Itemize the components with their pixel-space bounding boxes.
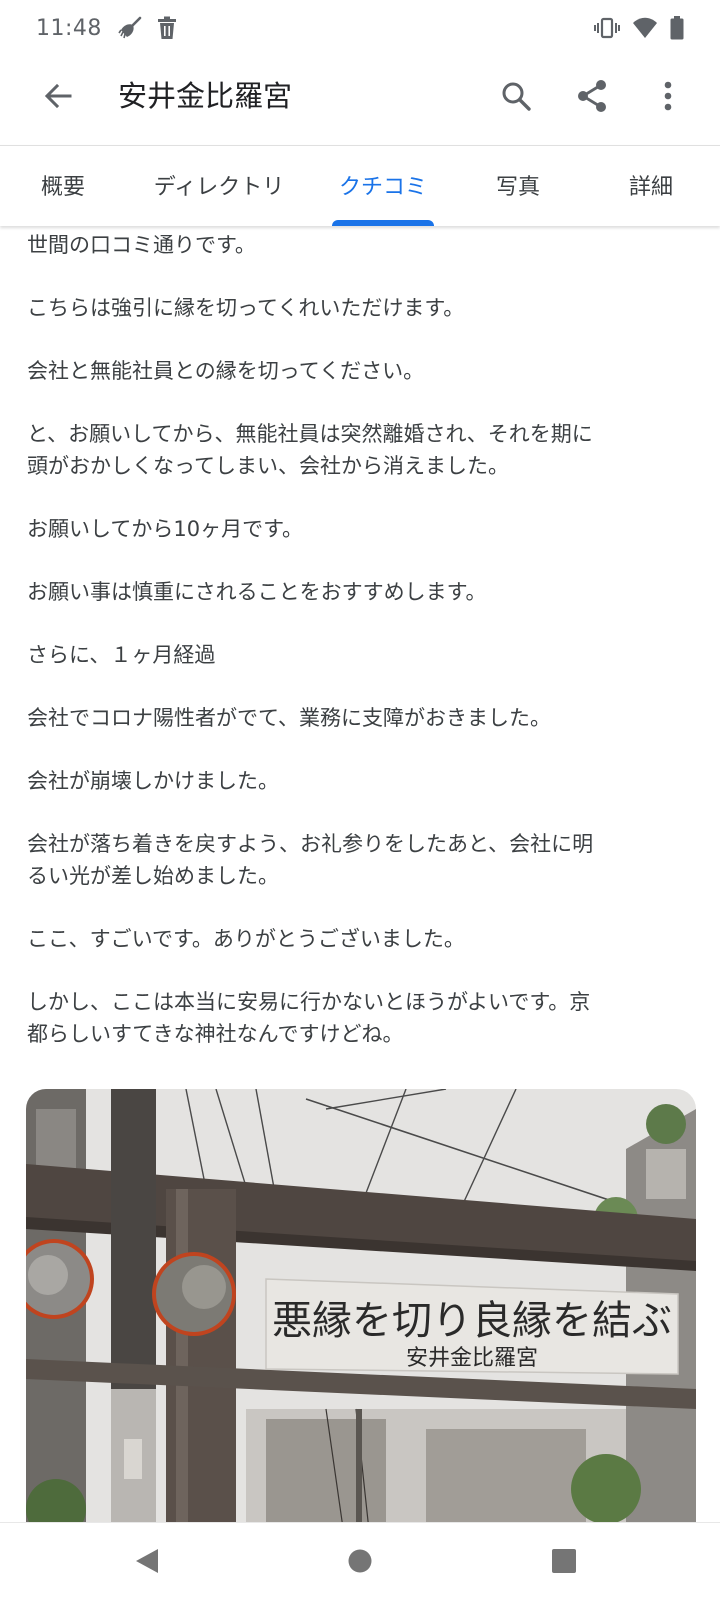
trash-icon <box>156 16 178 40</box>
review-paragraph: ここ、すごいです。ありがとうございました。 <box>27 927 465 951</box>
review-paragraph: こちらは強引に縁を切ってくれいただけます。 <box>27 296 465 320</box>
tab-directory[interactable]: ディレクトリ <box>126 146 312 224</box>
status-bar: 11:48 <box>0 0 720 56</box>
more-options-button[interactable] <box>640 70 696 126</box>
active-tab-indicator <box>332 220 434 226</box>
banner-main-text: 悪縁を切り良縁を結ぶ <box>272 1298 672 1344</box>
review-paragraph: お願い事は慎重にされることをおすすめします。 <box>27 580 487 604</box>
back-button[interactable] <box>30 70 86 126</box>
app-bar: 安井金比羅宮 <box>0 56 720 144</box>
share-button[interactable] <box>564 70 620 126</box>
review-paragraph: 世間の口コミ通りです。 <box>27 233 256 257</box>
arrow-back-icon <box>43 81 73 115</box>
tab-reviews[interactable]: クチコミ <box>312 146 454 224</box>
place-title: 安井金比羅宮 <box>118 79 293 113</box>
vibrate-icon <box>594 17 620 39</box>
status-system-icons <box>594 16 684 40</box>
review-paragraph: 会社が崩壊しかけました。 <box>27 769 279 793</box>
review-paragraph: しかし、ここは本当に安易に行かないとほうがよいです。京 都らしいすてきな神社なん… <box>27 990 591 1046</box>
review-paragraph: 会社でコロナ陽性者がでて、業務に支障がおきました。 <box>27 706 551 730</box>
review-paragraph: 会社が落ち着きを戻すよう、お礼参りをしたあと、会社に明 るい光が差し始めました。 <box>27 832 594 888</box>
home-circle-icon <box>347 1548 373 1578</box>
nav-back-button[interactable] <box>125 1541 169 1585</box>
review-paragraph: さらに、１ヶ月経過 <box>27 643 216 667</box>
tab-bar: 概要 ディレクトリ クチコミ 写真 詳細 <box>0 145 720 226</box>
tab-details[interactable]: 詳細 <box>582 146 720 224</box>
search-icon <box>500 80 532 116</box>
banner-sub-text: 安井金比羅宮 <box>406 1346 538 1371</box>
nav-home-button[interactable] <box>338 1541 382 1585</box>
app-bar-actions <box>488 70 696 126</box>
review-paragraph: 会社と無能社員との縁を切ってください。 <box>27 359 425 383</box>
nav-recents-button[interactable] <box>542 1541 586 1585</box>
review-text: 世間の口コミ通りです。 こちらは強引に縁を切ってくれいただけます。 会社と無能社… <box>27 225 687 1081</box>
status-notification-icons <box>118 16 178 40</box>
review-content[interactable]: 世間の口コミ通りです。 こちらは強引に縁を切ってくれいただけます。 会社と無能社… <box>0 225 720 1522</box>
recents-square-icon <box>551 1548 577 1578</box>
share-icon <box>576 79 608 117</box>
battery-icon <box>670 16 684 40</box>
review-photo[interactable]: 悪縁を切り良縁を結ぶ 安井金比羅宮 <box>26 1089 696 1522</box>
more-vert-icon <box>663 81 673 115</box>
tab-photos[interactable]: 写真 <box>454 146 582 224</box>
system-navigation-bar <box>0 1522 720 1600</box>
back-triangle-icon <box>134 1547 160 1579</box>
tab-overview[interactable]: 概要 <box>0 146 126 224</box>
review-paragraph: と、お願いしてから、無能社員は突然離婚され、それを期に 頭がおかしくなってしまい… <box>27 422 593 478</box>
search-button[interactable] <box>488 70 544 126</box>
wifi-icon <box>632 17 658 39</box>
status-time: 11:48 <box>36 15 102 41</box>
screen: 11:48 安井金比羅宮 概要 ディレクトリ クチコミ 写真 詳細 世間の口コミ… <box>0 0 720 1600</box>
broom-icon <box>118 16 144 40</box>
review-paragraph: お願いしてから10ヶ月です。 <box>27 517 303 541</box>
